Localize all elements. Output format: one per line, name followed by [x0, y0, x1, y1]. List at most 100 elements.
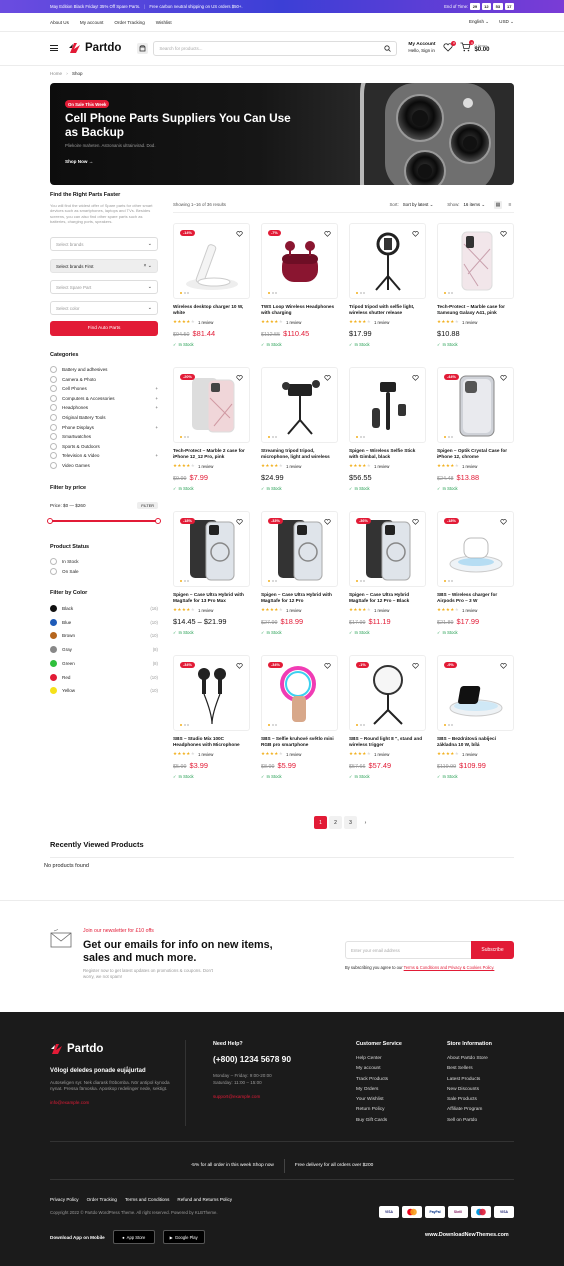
product-image[interactable]: -9% — [437, 655, 514, 731]
filter-button[interactable]: FILTER — [137, 502, 158, 509]
footer-link[interactable]: New Discounts — [447, 1085, 492, 1095]
category-item[interactable]: Camera & Photo — [50, 375, 158, 383]
search-input[interactable]: Search for products... — [153, 40, 398, 56]
product-name[interactable]: Tech-Protect – Marble 2 case for iPhone … — [173, 448, 250, 460]
product-card[interactable]: Tech-Protect – Marble case for Samsung G… — [437, 223, 514, 347]
product-image[interactable]: -14% — [173, 223, 250, 299]
per-page-select[interactable]: 16 items ⌄ — [463, 202, 485, 208]
checkbox[interactable] — [50, 558, 57, 565]
product-card[interactable]: -34% SBS – Studio Mix 100C Headphones wi… — [173, 655, 250, 779]
wishlist-heart-icon[interactable] — [234, 229, 244, 239]
color-filter-item[interactable]: Blue (10) — [50, 618, 158, 626]
product-image[interactable] — [349, 223, 426, 299]
breadcrumb-home[interactable]: Home — [50, 71, 62, 76]
checkbox[interactable] — [50, 568, 57, 575]
brand-select[interactable]: Select brands ⌄ — [50, 237, 158, 251]
category-item[interactable]: Computers & Accessories + — [50, 394, 158, 402]
wishlist-heart-icon[interactable] — [234, 661, 244, 671]
product-image[interactable]: -44% — [437, 367, 514, 443]
product-name[interactable]: SBS – Round light 8 ", stand and wireles… — [349, 736, 426, 748]
category-item[interactable]: Television & Video + — [50, 452, 158, 460]
page-2[interactable]: 2 — [329, 816, 342, 829]
wishlist-button[interactable]: 0 — [443, 40, 457, 54]
terms-link[interactable]: Terms and Conditions — [125, 1197, 169, 1202]
category-item[interactable]: Original Battery Tools — [50, 414, 158, 421]
promo-link-1[interactable]: -5% for all order in this week Shop now — [191, 1163, 274, 1168]
product-image[interactable]: -34% — [173, 655, 250, 731]
checkbox[interactable] — [50, 404, 57, 412]
product-card[interactable]: Tripod tripod with selfie light, wireles… — [349, 223, 426, 347]
wishlist-heart-icon[interactable] — [498, 229, 508, 239]
category-item[interactable]: Sports & Outdoors — [50, 442, 158, 450]
wishlist-heart-icon[interactable] — [498, 373, 508, 383]
product-card[interactable]: -20% Tech-Protect – Marble 2 case for iP… — [173, 367, 250, 491]
refund-policy-link[interactable]: Refund and Returns Policy — [177, 1197, 232, 1202]
product-image[interactable]: -20% — [173, 367, 250, 443]
page-1[interactable]: 1 — [314, 816, 327, 829]
wishlist-heart-icon[interactable] — [498, 517, 508, 527]
color-filter-item[interactable]: Yellow (10) — [50, 687, 158, 695]
footer-link[interactable]: Buy Gift Cards — [356, 1116, 402, 1126]
product-card[interactable]: Spigen – Wireless Selfie Stick with Gimb… — [349, 367, 426, 491]
newsletter-email-input[interactable]: Enter your email address — [345, 941, 471, 959]
category-item[interactable]: Phone Displays + — [50, 423, 158, 431]
color-filter-item[interactable]: Gray (8) — [50, 646, 158, 654]
product-image[interactable] — [437, 223, 514, 299]
wishlist-heart-icon[interactable] — [410, 661, 420, 671]
product-name[interactable]: Spigen – Case Ultra Hybrid MagSafe for 1… — [349, 592, 426, 604]
product-name[interactable]: Spigen – Optik Crystal Case for iPhone 1… — [437, 448, 514, 460]
product-name[interactable]: Spigen – Case Ultra Hybrid with MagSafe … — [261, 592, 338, 604]
color-filter-item[interactable]: Green (8) — [50, 659, 158, 667]
subscribe-button[interactable]: Subscribe — [471, 941, 514, 959]
footer-link[interactable]: My account — [356, 1064, 402, 1074]
logo[interactable]: Partdo — [68, 41, 121, 55]
product-image[interactable]: -18% — [437, 511, 514, 587]
category-button[interactable] — [137, 42, 149, 54]
spare-part-select[interactable]: Select Spare Part ⌄ — [50, 280, 158, 294]
footer-link[interactable]: Your Wishlist — [356, 1095, 402, 1105]
footer-link[interactable]: Best Sellers — [447, 1064, 492, 1074]
color-select[interactable]: Select color ⌄ — [50, 301, 158, 315]
product-card[interactable]: -9% SBS – Bezdrátová nabíjecí základna 1… — [437, 655, 514, 779]
product-card[interactable]: -33% Spigen – Case Ultra Hybrid with Mag… — [261, 511, 338, 635]
footer-link[interactable]: Track Products — [356, 1075, 402, 1085]
product-card[interactable]: -18% Spigen – Case Ultra Hybrid with Mag… — [173, 511, 250, 635]
product-image[interactable]: -36% — [349, 511, 426, 587]
checkbox[interactable] — [50, 452, 57, 460]
product-name[interactable]: Streaming tripod tripod, microphone, lig… — [261, 448, 338, 460]
checkbox[interactable] — [50, 433, 57, 441]
expand-icon[interactable]: + — [155, 425, 158, 430]
status-on-sale[interactable]: On Sale — [50, 568, 158, 575]
app-store-button[interactable]: ● App Store — [112, 1230, 155, 1244]
product-name[interactable]: SBS – Studio Mix 100C Headphones with Mi… — [173, 736, 250, 748]
category-item[interactable]: Smartwatches — [50, 433, 158, 441]
account-link[interactable]: My Account Hello, Sign in — [408, 42, 435, 54]
footer-support-email[interactable]: support@example.com — [213, 1094, 291, 1099]
nav-about-us[interactable]: About Us — [50, 20, 69, 25]
search-icon[interactable] — [384, 44, 392, 52]
wishlist-heart-icon[interactable] — [234, 517, 244, 527]
privacy-policy-link[interactable]: Privacy Policy — [50, 1197, 79, 1202]
footer-link[interactable]: Sale Products — [447, 1095, 492, 1105]
checkbox[interactable] — [50, 414, 57, 421]
product-name[interactable]: SBS – Wireless charger for Airpods Pro –… — [437, 592, 514, 604]
find-parts-button[interactable]: Find Auto Parts — [50, 321, 158, 336]
product-name[interactable]: Tech-Protect – Marble case for Samsung G… — [437, 304, 514, 316]
status-in-stock[interactable]: In Stock — [50, 558, 158, 565]
product-card[interactable]: -14% Wireless desktop charger 10 W, whit… — [173, 223, 250, 347]
product-card[interactable]: -34% SBS – Selfie kruhové světlo mini RG… — [261, 655, 338, 779]
expand-icon[interactable]: + — [155, 386, 158, 391]
footer-link[interactable]: Affiliate Program — [447, 1105, 492, 1115]
checkbox[interactable] — [50, 423, 57, 431]
menu-icon[interactable] — [50, 45, 58, 51]
product-name[interactable]: Spigen – Wireless Selfie Stick with Gimb… — [349, 448, 426, 460]
wishlist-heart-icon[interactable] — [410, 373, 420, 383]
product-card[interactable]: -1% SBS – Round light 8 ", stand and wir… — [349, 655, 426, 779]
footer-link[interactable]: Help Center — [356, 1054, 402, 1064]
product-card[interactable]: -44% Spigen – Optik Crystal Case for iPh… — [437, 367, 514, 491]
category-item[interactable]: Headphones + — [50, 404, 158, 412]
product-image[interactable]: -34% — [261, 655, 338, 731]
terms-link[interactable]: Terms & Conditions and Privacy & Cookies… — [404, 965, 495, 970]
order-tracking-link[interactable]: Order Tracking — [87, 1197, 117, 1202]
price-slider-max-handle[interactable] — [155, 518, 161, 524]
